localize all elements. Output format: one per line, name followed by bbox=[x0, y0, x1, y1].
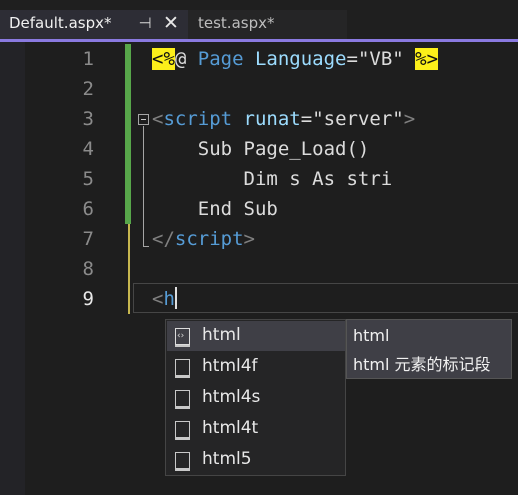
pin-icon[interactable]: ⊣ bbox=[134, 12, 156, 34]
code-line[interactable]: 6 End Sub bbox=[0, 194, 518, 224]
snippet-icon bbox=[175, 421, 190, 440]
code-token: Sub Page_Load() bbox=[152, 138, 370, 160]
code-token: Page bbox=[197, 48, 255, 70]
code-token: </ bbox=[152, 228, 175, 250]
unsaved-change-marker bbox=[128, 284, 130, 314]
code-token: script bbox=[163, 108, 233, 130]
code-token: runat bbox=[243, 108, 301, 130]
saved-change-marker bbox=[125, 74, 131, 104]
markup-snippet-icon bbox=[175, 328, 190, 347]
snippet-icon bbox=[175, 452, 190, 471]
code-text: <%@ Page Language="VB" %> bbox=[152, 44, 439, 74]
completion-item[interactable]: html4f bbox=[167, 352, 345, 382]
code-token: @ bbox=[174, 48, 198, 70]
saved-change-marker bbox=[125, 134, 131, 164]
line-number: 6 bbox=[82, 198, 94, 220]
close-icon[interactable]: ✕ bbox=[160, 12, 182, 34]
tab-default-aspx[interactable]: Default.aspx* ⊣ ✕ bbox=[0, 10, 188, 39]
tooltip-title: html bbox=[353, 326, 390, 345]
line-number: 9 bbox=[82, 288, 94, 310]
code-token: %> bbox=[415, 48, 439, 70]
snippet-icon bbox=[175, 390, 190, 409]
code-token: Language bbox=[254, 48, 347, 70]
code-line[interactable]: 2 bbox=[0, 74, 518, 104]
code-line[interactable]: 3 <script runat="server"> bbox=[0, 104, 518, 134]
tab-title: test.aspx* bbox=[198, 14, 275, 32]
collapse-icon[interactable] bbox=[138, 114, 149, 125]
outline-guide-end bbox=[143, 246, 149, 247]
completion-item[interactable]: html4t bbox=[167, 414, 345, 444]
code-token: Dim s As stri bbox=[152, 168, 393, 190]
intellisense-tooltip: html html 元素的标记段 bbox=[346, 319, 512, 379]
code-token: End Sub bbox=[152, 198, 278, 220]
code-line[interactable]: 4 Sub Page_Load() bbox=[0, 134, 518, 164]
line-number: 1 bbox=[82, 48, 94, 70]
code-line[interactable]: 1 <%@ Page Language="VB" %> bbox=[0, 44, 518, 74]
tab-test-aspx[interactable]: test.aspx* bbox=[188, 10, 347, 39]
unsaved-change-marker bbox=[128, 254, 130, 284]
line-number: 5 bbox=[82, 168, 94, 190]
code-text: End Sub bbox=[152, 194, 278, 224]
completion-item[interactable]: html5 bbox=[167, 445, 345, 475]
code-token: = bbox=[346, 48, 358, 70]
code-token: <% bbox=[152, 48, 175, 70]
snippet-icon bbox=[175, 359, 190, 378]
line-number: 7 bbox=[82, 228, 94, 250]
code-token: < bbox=[152, 108, 164, 130]
line-number: 8 bbox=[82, 258, 94, 280]
code-token: script bbox=[174, 228, 244, 250]
saved-change-marker bbox=[125, 104, 131, 134]
outline-guide bbox=[143, 126, 144, 247]
unsaved-change-marker bbox=[128, 224, 130, 254]
code-text: Sub Page_Load() bbox=[152, 134, 370, 164]
code-line[interactable]: 7 </script> bbox=[0, 224, 518, 254]
line-number: 2 bbox=[82, 78, 94, 100]
completion-item-label: html4s bbox=[202, 387, 261, 407]
code-text: Dim s As stri bbox=[152, 164, 393, 194]
code-token: "VB" bbox=[357, 48, 404, 70]
code-line[interactable]: 5 Dim s As stri bbox=[0, 164, 518, 194]
tooltip-description: html 元素的标记段 bbox=[353, 355, 491, 374]
saved-change-marker bbox=[125, 194, 131, 224]
saved-change-marker bbox=[125, 164, 131, 194]
saved-change-marker bbox=[125, 44, 131, 74]
completion-item-label: html5 bbox=[202, 449, 252, 469]
line-number: 3 bbox=[82, 108, 94, 130]
current-line-highlight bbox=[133, 283, 518, 313]
completion-item-label: html bbox=[202, 325, 241, 345]
code-line[interactable]: 8 bbox=[0, 254, 518, 284]
code-text: <script runat="server"> bbox=[152, 104, 415, 134]
completion-item-label: html4t bbox=[202, 418, 259, 438]
code-token: > bbox=[243, 228, 255, 250]
intellisense-popup[interactable]: html html4f html4s html4t html5 bbox=[165, 319, 346, 476]
code-token: = bbox=[300, 108, 313, 130]
completion-item[interactable]: html bbox=[167, 321, 345, 351]
completion-item[interactable]: html4s bbox=[167, 383, 345, 413]
completion-item-label: html4f bbox=[202, 356, 258, 376]
tab-title: Default.aspx* bbox=[9, 14, 112, 32]
document-tab-bar: Default.aspx* ⊣ ✕ test.aspx* bbox=[0, 0, 518, 42]
code-token: "server" bbox=[312, 108, 404, 130]
code-token: > bbox=[403, 108, 416, 130]
code-text: </script> bbox=[152, 224, 255, 254]
line-number: 4 bbox=[82, 138, 94, 160]
